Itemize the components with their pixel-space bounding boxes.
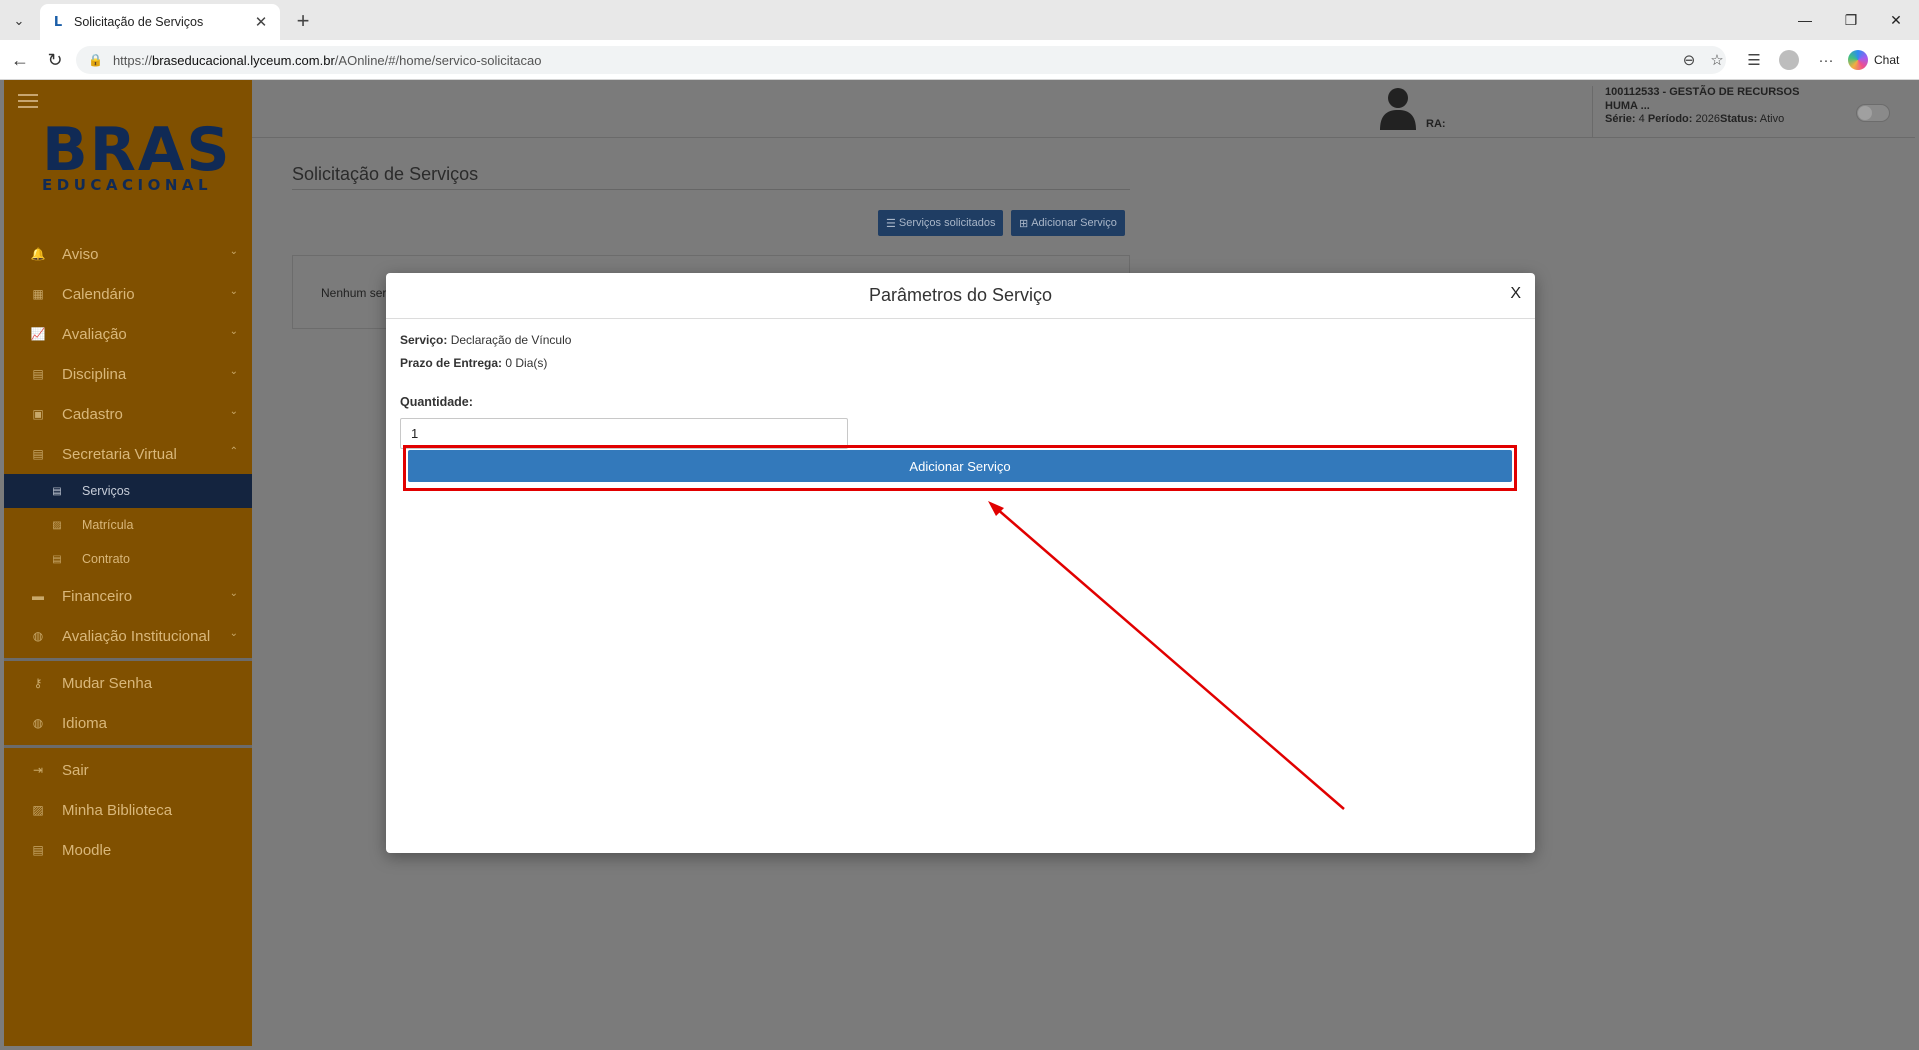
plus-square-icon: ⊞ (1019, 217, 1029, 230)
services-requested-button[interactable]: ☰ Serviços solicitados (878, 210, 1004, 236)
profile-avatar-icon[interactable] (1776, 47, 1802, 73)
sidebar-item-minha-biblioteca[interactable]: ▨ Minha Biblioteca (4, 790, 252, 830)
sidebar-item-aviso[interactable]: 🔔 Aviso ⌄ (4, 234, 252, 274)
theme-toggle[interactable] (1856, 104, 1890, 122)
chevron-down-icon: ⌄ (229, 326, 238, 337)
sidebar-item-avaliacao-institucional[interactable]: ◍ Avaliação Institucional ⌄ (4, 616, 252, 656)
favorite-star-icon[interactable]: ☆ (1704, 47, 1730, 73)
book-icon: ▤ (32, 367, 44, 381)
student-course-info: 100112533 - GESTÃO DE RECURSOS HUMA ... … (1592, 86, 1822, 138)
window-close-button[interactable]: ✕ (1873, 0, 1919, 40)
chevron-down-icon: ⌄ (229, 246, 238, 257)
globe-icon: ◍ (32, 716, 44, 730)
back-arrow-icon[interactable]: ← (7, 47, 33, 73)
sidebar-item-calendario[interactable]: ▦ Calendário ⌄ (4, 274, 252, 314)
sidebar-item-disciplina[interactable]: ▤ Disciplina ⌄ (4, 354, 252, 394)
sidebar-item-idioma[interactable]: ◍ Idioma (4, 703, 252, 743)
calendar-icon: ▦ (32, 287, 44, 301)
divider (4, 658, 252, 661)
tab-title: Solicitação de Serviços (74, 15, 204, 29)
lyceum-favicon-icon: L (53, 14, 63, 30)
minimize-button[interactable]: — (1782, 0, 1828, 40)
sidebar-item-moodle[interactable]: ▤ Moodle (4, 830, 252, 870)
chevron-down-icon: ⌄ (229, 588, 238, 599)
sidebar-item-sair[interactable]: ⇥ Sair (4, 750, 252, 790)
chevron-down-icon: ⌄ (229, 406, 238, 417)
service-info: Serviço: Declaração de Vínculo (400, 333, 572, 347)
document-icon: ▤ (52, 553, 62, 565)
key-icon: ⚷ (33, 676, 43, 690)
chevron-down-icon: ⌄ (229, 628, 238, 639)
reload-icon[interactable]: ↻ (42, 47, 68, 73)
modal-header: Parâmetros do Serviço X (386, 273, 1535, 319)
tab-list-chevron-icon[interactable]: ⌄ (6, 8, 32, 34)
sidebar-item-avaliacao[interactable]: 📈 Avaliação ⌄ (4, 314, 252, 354)
modal-title: Parâmetros do Serviço (868, 285, 1053, 305)
globe-icon: ◍ (32, 629, 44, 643)
url-bar[interactable]: 🔒 https://braseducacional.lyceum.com.br/… (76, 46, 1726, 74)
divider (4, 745, 252, 748)
document-icon: ▤ (52, 485, 62, 497)
modal-close-button[interactable]: X (1510, 285, 1521, 303)
sidebar-subitem-servicos[interactable]: ▤ Serviços (4, 474, 252, 508)
chat-label: Chat (1874, 53, 1900, 67)
top-header: RA: 100112533 - GESTÃO DE RECURSOS HUMA … (252, 80, 1915, 138)
user-silhouette-icon[interactable] (1378, 84, 1418, 132)
url-text: https://braseducacional.lyceum.com.br/AO… (112, 52, 542, 68)
modal-body: Serviço: Declaração de Vínculo Prazo de … (386, 319, 1535, 491)
restore-button[interactable]: ❐ (1828, 0, 1874, 40)
zoom-icon[interactable]: ⊖ (1676, 47, 1702, 73)
app: BRAS EDUCACIONAL 🔔 Aviso ⌄ ▦ Calendário … (0, 80, 1919, 1050)
new-tab-button[interactable]: + (290, 8, 316, 34)
chevron-down-icon: ⌄ (229, 286, 238, 297)
sidebar-subitem-contrato[interactable]: ▤ Contrato (4, 542, 252, 576)
sidebar-item-financeiro[interactable]: ▬ Financeiro ⌄ (4, 576, 252, 616)
add-service-top-button[interactable]: ⊞ Adicionar Serviço (1011, 210, 1125, 236)
lock-icon: 🔒 (88, 53, 103, 67)
bell-icon: 🔔 (30, 247, 46, 261)
book-icon: ▨ (32, 803, 44, 817)
ra-label: RA: (1426, 118, 1446, 130)
favorites-icon[interactable]: ☰ (1741, 47, 1767, 73)
service-parameters-modal: Parâmetros do Serviço X Serviço: Declara… (386, 273, 1535, 853)
tab-close-icon[interactable]: ✕ (252, 13, 270, 31)
document-icon: ▤ (32, 843, 44, 857)
chevron-down-icon: ⌄ (229, 366, 238, 377)
deadline-info: Prazo de Entrega: 0 Dia(s) (400, 356, 548, 370)
sidebar-subitem-matricula[interactable]: ▨ Matrícula (4, 508, 252, 542)
browser-tabbar: ⌄ L Solicitação de Serviços ✕ + — ❐ ✕ (0, 0, 1919, 40)
document-icon: ▤ (32, 447, 44, 461)
more-menu-icon[interactable]: ··· (1813, 47, 1839, 73)
list-icon: ☰ (886, 217, 896, 230)
money-icon: ▬ (32, 589, 44, 603)
address-toolbar: ← ↻ 🔒 https://braseducacional.lyceum.com… (0, 40, 1919, 80)
copilot-icon (1848, 50, 1868, 70)
page-title: Solicitação de Serviços (292, 164, 1130, 190)
course-line: 100112533 - GESTÃO DE RECURSOS HUMA ... (1605, 86, 1800, 112)
browser-tab[interactable]: L Solicitação de Serviços ✕ (40, 4, 280, 40)
copilot-chat-button[interactable]: Chat (1848, 48, 1899, 72)
book-icon: ▨ (52, 519, 62, 531)
id-card-icon: ▣ (32, 407, 44, 421)
hamburger-menu-icon[interactable] (18, 94, 38, 108)
chart-icon: 📈 (30, 327, 46, 341)
sidebar-item-mudar-senha[interactable]: ⚷ Mudar Senha (4, 663, 252, 703)
sidebar-item-secretaria-virtual[interactable]: ▤ Secretaria Virtual ⌃ (4, 434, 252, 474)
sidebar-menu: 🔔 Aviso ⌄ ▦ Calendário ⌄ 📈 Avaliação ⌄ ▤… (4, 234, 252, 870)
chevron-up-icon: ⌃ (229, 446, 238, 457)
quantity-label: Quantidade: (400, 395, 473, 409)
sidebar: BRAS EDUCACIONAL 🔔 Aviso ⌄ ▦ Calendário … (4, 80, 252, 1046)
add-service-button[interactable]: Adicionar Serviço (408, 450, 1512, 482)
empty-message: Nenhum ser (321, 286, 387, 300)
bras-logo: BRAS EDUCACIONAL (42, 115, 232, 194)
sidebar-item-cadastro[interactable]: ▣ Cadastro ⌄ (4, 394, 252, 434)
logout-icon: ⇥ (32, 763, 44, 777)
